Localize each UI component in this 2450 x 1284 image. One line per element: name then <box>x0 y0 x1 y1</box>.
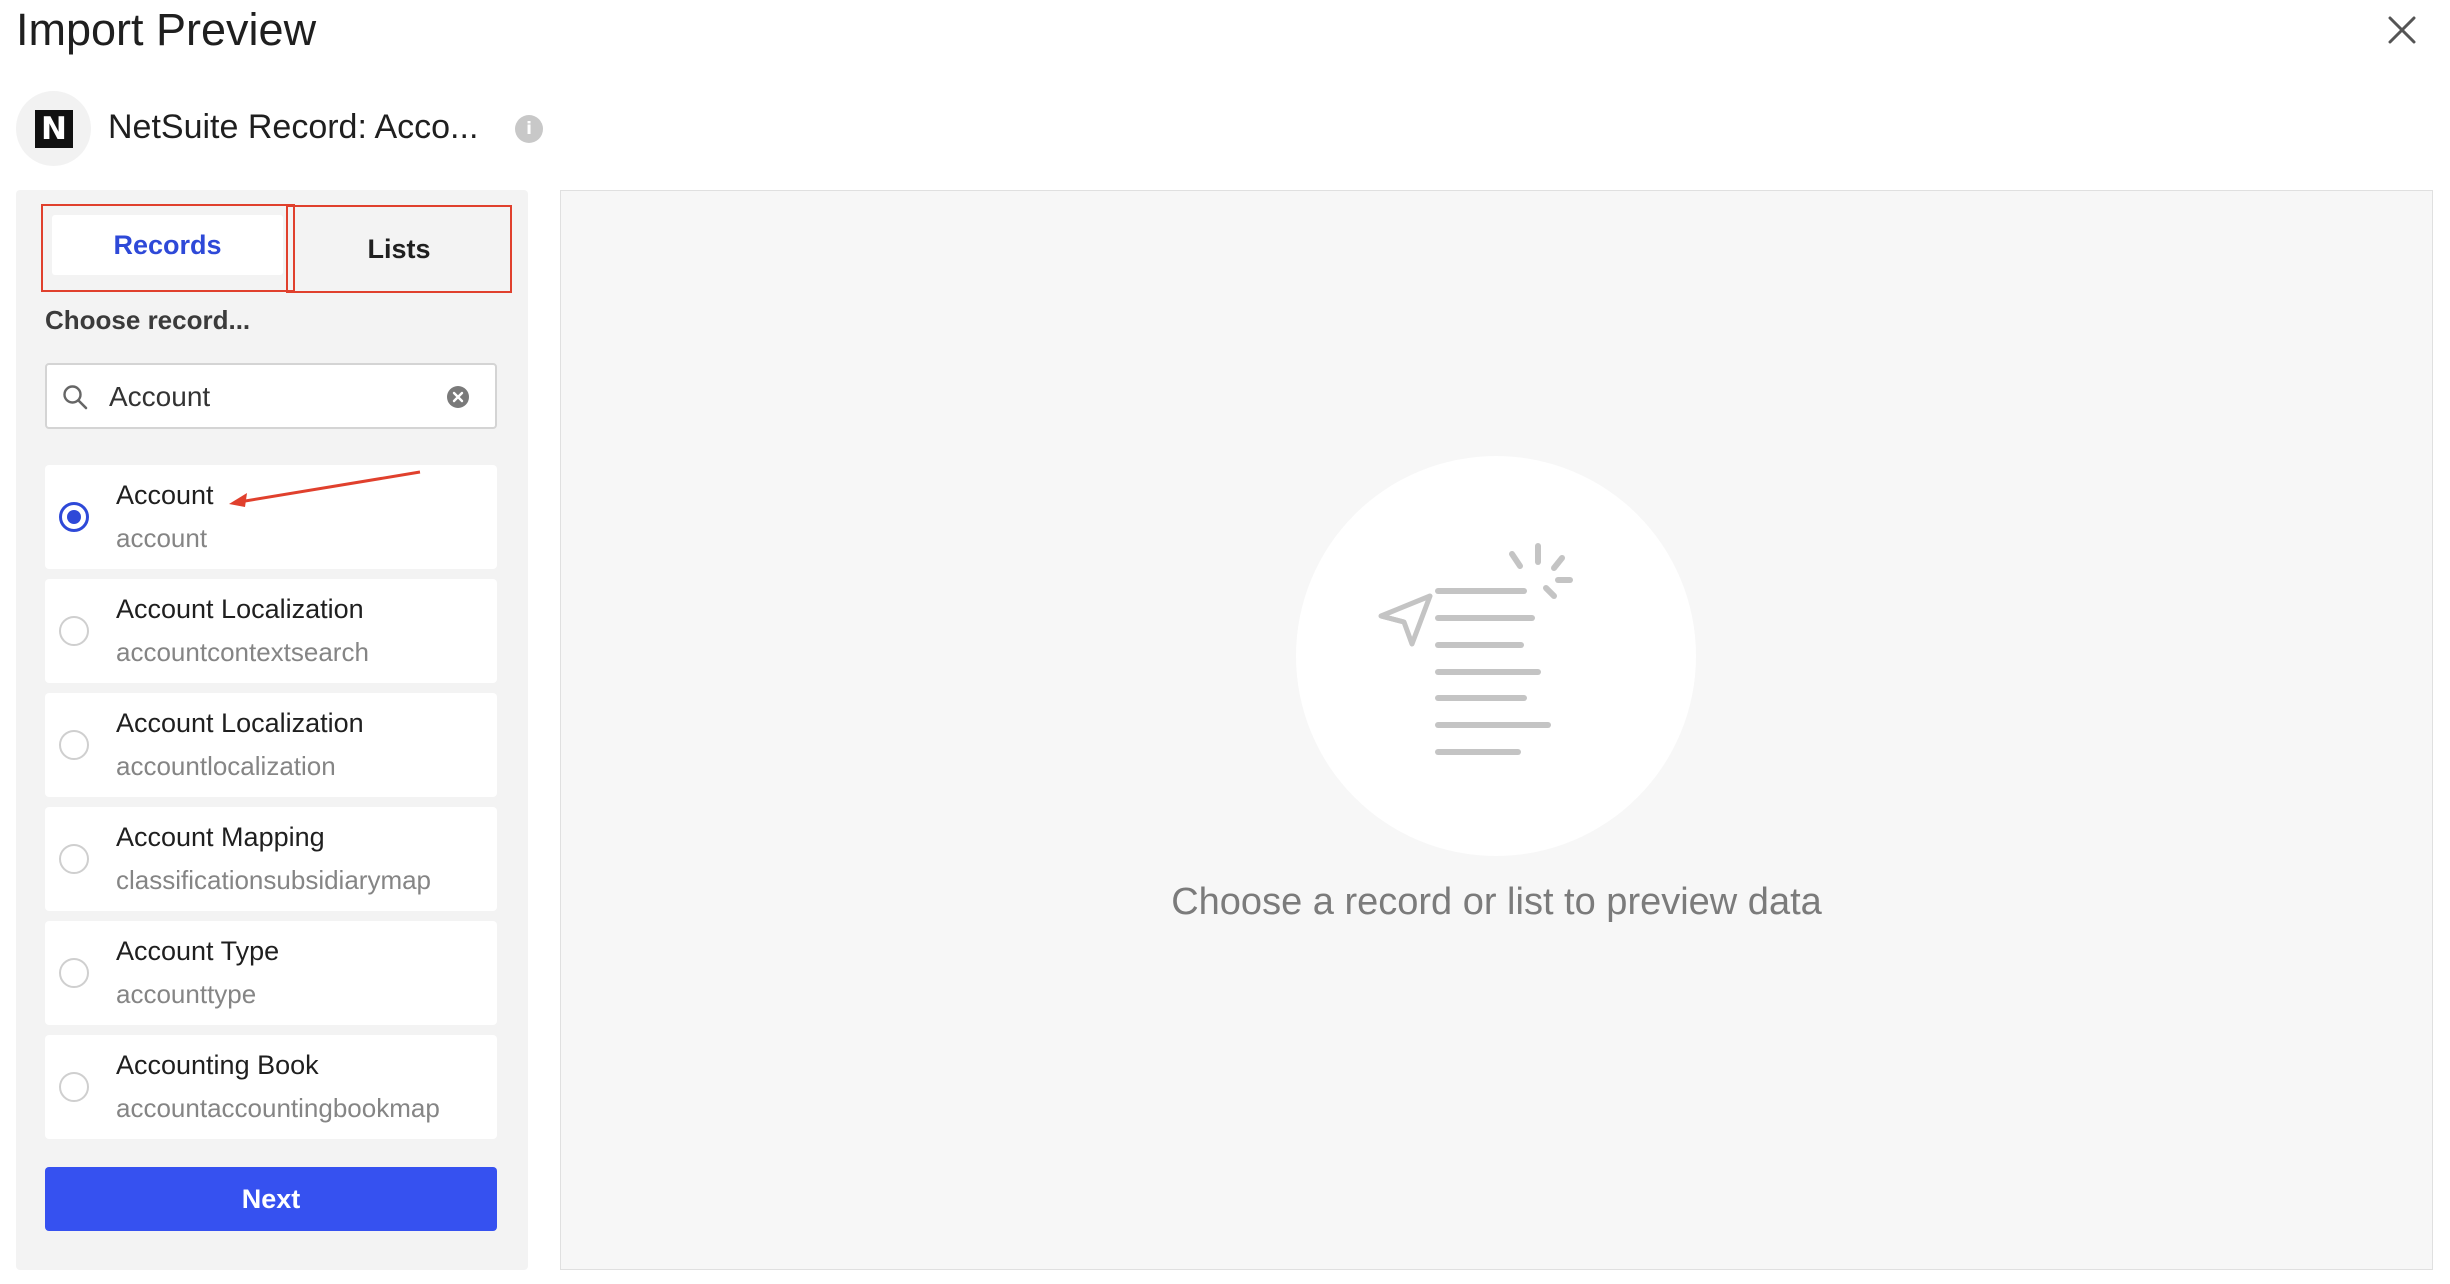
record-title: NetSuite Record: Acco... <box>108 108 479 146</box>
list-item[interactable]: Account Localization accountcontextsearc… <box>45 579 497 683</box>
list-item-label: Account Localization <box>116 594 364 624</box>
netsuite-logo-mark: N <box>35 110 73 148</box>
tab-records[interactable]: Records <box>52 215 283 275</box>
list-item-id: accounttype <box>116 979 257 1009</box>
close-button[interactable] <box>2382 10 2422 50</box>
list-item-id: classificationsubsidiarymap <box>116 865 432 895</box>
clear-search-icon[interactable] <box>445 384 471 410</box>
radio-unselected[interactable] <box>59 844 89 874</box>
list-item-label: Account Type <box>116 936 280 966</box>
list-item-label: Account Localization <box>116 708 364 738</box>
list-item[interactable]: Account Mapping classificationsubsidiary… <box>45 807 497 911</box>
netsuite-logo: N <box>16 91 91 166</box>
list-item[interactable]: Account account <box>45 465 497 569</box>
list-item[interactable]: Account Localization accountlocalization <box>45 693 497 797</box>
tab-lists[interactable]: Lists <box>288 207 510 291</box>
radio-unselected[interactable] <box>59 958 89 988</box>
radio-unselected[interactable] <box>59 730 89 760</box>
search-icon <box>63 385 88 410</box>
list-item-id: accountcontextsearch <box>116 637 369 667</box>
list-item[interactable]: Accounting Book accountaccountingbookmap <box>45 1035 497 1139</box>
close-icon <box>2388 16 2416 44</box>
list-item-label: Account <box>116 480 214 510</box>
empty-state-illustration <box>1296 456 1696 856</box>
list-item-label: Account Mapping <box>116 822 325 852</box>
list-item[interactable]: Account Type accounttype <box>45 921 497 1025</box>
annotation-arrow-icon <box>229 470 421 507</box>
preview-pane: Choose a record or list to preview data <box>560 190 2433 1270</box>
list-item-id: accountaccountingbookmap <box>116 1093 440 1123</box>
empty-state-message: Choose a record or list to preview data <box>1171 881 1822 923</box>
lists-tab-highlight: Lists <box>286 205 512 293</box>
record-search <box>45 363 497 429</box>
radio-unselected[interactable] <box>59 616 89 646</box>
choose-record-label: Choose record... <box>45 305 251 335</box>
list-item-label: Accounting Book <box>116 1050 319 1080</box>
dialog-title: Import Preview <box>16 4 317 55</box>
info-icon[interactable]: i <box>515 115 543 143</box>
next-button[interactable]: Next <box>45 1167 497 1231</box>
records-tab-highlight: Records <box>41 204 295 292</box>
search-input[interactable] <box>107 371 431 423</box>
radio-unselected[interactable] <box>59 1072 89 1102</box>
list-item-id: account <box>116 523 208 553</box>
list-item-id: accountlocalization <box>116 751 336 781</box>
radio-selected[interactable] <box>59 502 89 532</box>
empty-document-icon <box>1378 543 1573 755</box>
record-picker-panel: Records Lists Choose record... Account a… <box>16 190 528 1270</box>
